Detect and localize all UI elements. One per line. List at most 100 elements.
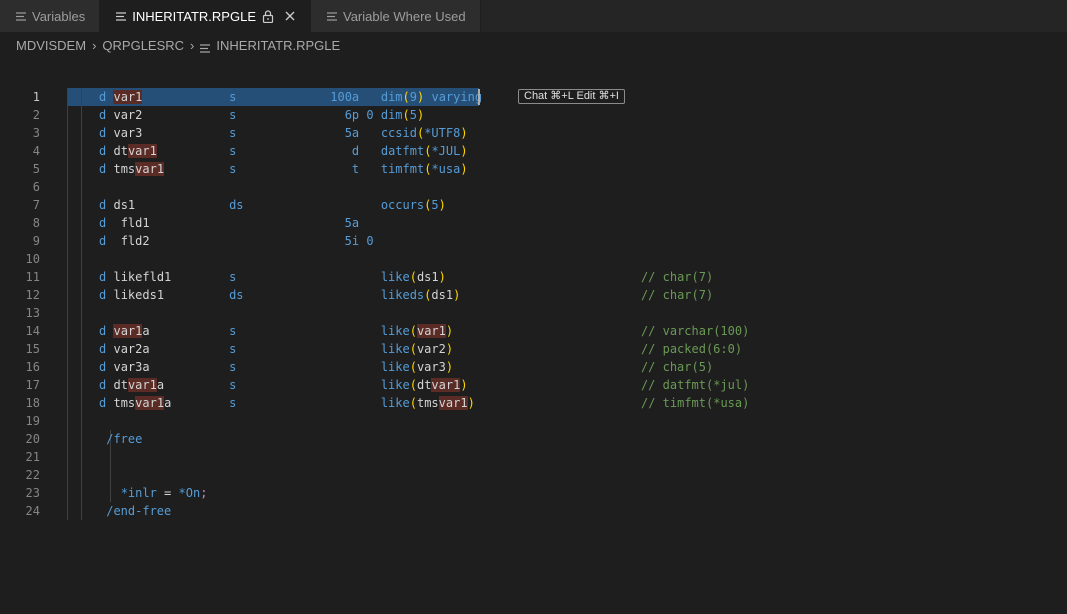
- code-text[interactable]: d likefld1 s like(ds1) // char(7): [70, 268, 713, 286]
- code-text[interactable]: d dtvar1a s like(dtvar1) // datfmt(*jul): [70, 376, 749, 394]
- text-cursor: [478, 89, 480, 105]
- code-line[interactable]: 23 *inlr = *On;: [0, 484, 1067, 502]
- indent-guide: [67, 484, 68, 502]
- code-text[interactable]: /end-free: [70, 502, 171, 520]
- code-line[interactable]: 22: [0, 466, 1067, 484]
- tab-variable-where-used[interactable]: Variable Where Used: [311, 0, 481, 32]
- indent-guide: [81, 250, 82, 268]
- code-text[interactable]: d var3a s like(var3) // char(5): [70, 358, 713, 376]
- indent-guide: [81, 466, 82, 484]
- lines-icon: [116, 11, 127, 21]
- line-number[interactable]: 24: [0, 502, 40, 520]
- code-line[interactable]: 5 d tmsvar1 s t timfmt(*usa): [0, 160, 1067, 178]
- code-editor[interactable]: 1 d var1 s 100a dim(9) varying Chat ⌘+L E…: [0, 88, 1067, 528]
- code-text[interactable]: d var3 s 5a ccsid(*UTF8): [70, 124, 468, 142]
- code-text[interactable]: d tmsvar1 s t timfmt(*usa): [70, 160, 468, 178]
- line-number[interactable]: 3: [0, 124, 40, 142]
- indent-guide: [67, 394, 68, 412]
- code-line[interactable]: 16 d var3a s like(var3) // char(5): [0, 358, 1067, 376]
- indent-guide: [67, 250, 68, 268]
- code-line[interactable]: 21: [0, 448, 1067, 466]
- indent-guide: [67, 430, 68, 448]
- lock-icon: [262, 9, 274, 23]
- code-line[interactable]: 15 d var2a s like(var2) // packed(6:0): [0, 340, 1067, 358]
- line-number[interactable]: 6: [0, 178, 40, 196]
- code-line[interactable]: 20 /free: [0, 430, 1067, 448]
- indent-guide: [67, 340, 68, 358]
- line-number[interactable]: 11: [0, 268, 40, 286]
- code-text[interactable]: d var1 s 100a dim(9) varying: [70, 88, 482, 106]
- code-text[interactable]: d ds1 ds occurs(5): [70, 196, 446, 214]
- line-number[interactable]: 17: [0, 376, 40, 394]
- close-icon[interactable]: [284, 10, 296, 22]
- indent-guide: [67, 376, 68, 394]
- code-line[interactable]: 18 d tmsvar1a s like(tmsvar1) // timfmt(…: [0, 394, 1067, 412]
- code-text[interactable]: d tmsvar1a s like(tmsvar1) // timfmt(*us…: [70, 394, 749, 412]
- line-number[interactable]: 9: [0, 232, 40, 250]
- line-number[interactable]: 19: [0, 412, 40, 430]
- code-text[interactable]: *inlr = *On;: [70, 484, 208, 502]
- line-number[interactable]: 13: [0, 304, 40, 322]
- indent-guide: [67, 412, 68, 430]
- line-number[interactable]: 4: [0, 142, 40, 160]
- line-number[interactable]: 7: [0, 196, 40, 214]
- line-number[interactable]: 18: [0, 394, 40, 412]
- code-line[interactable]: 14 d var1a s like(var1) // varchar(100): [0, 322, 1067, 340]
- breadcrumb-library[interactable]: MDVISDEM: [16, 38, 86, 53]
- line-number[interactable]: 22: [0, 466, 40, 484]
- indent-guide: [110, 448, 111, 466]
- code-line[interactable]: 12 d likeds1 ds likeds(ds1) // char(7): [0, 286, 1067, 304]
- line-number[interactable]: 14: [0, 322, 40, 340]
- code-text[interactable]: d var2 s 6p 0 dim(5): [70, 106, 424, 124]
- indent-guide: [67, 196, 68, 214]
- line-number[interactable]: 5: [0, 160, 40, 178]
- tab-label: Variables: [32, 8, 86, 24]
- line-number[interactable]: 8: [0, 214, 40, 232]
- line-number[interactable]: 2: [0, 106, 40, 124]
- line-number[interactable]: 21: [0, 448, 40, 466]
- code-line[interactable]: 11 d likefld1 s like(ds1) // char(7): [0, 268, 1067, 286]
- code-line[interactable]: 13: [0, 304, 1067, 322]
- code-line[interactable]: 7 d ds1 ds occurs(5): [0, 196, 1067, 214]
- code-text[interactable]: d var1a s like(var1) // varchar(100): [70, 322, 749, 340]
- code-text[interactable]: d likeds1 ds likeds(ds1) // char(7): [70, 286, 713, 304]
- tab-bar: Variables INHERITATR.RPGLE Variable Wher…: [0, 0, 1067, 32]
- tab-label: Variable Where Used: [343, 8, 466, 24]
- line-number[interactable]: 10: [0, 250, 40, 268]
- code-line[interactable]: 24 /end-free: [0, 502, 1067, 520]
- indent-guide: [81, 178, 82, 196]
- code-line[interactable]: 10: [0, 250, 1067, 268]
- line-number[interactable]: 1: [0, 88, 40, 106]
- code-line[interactable]: 4 d dtvar1 s d datfmt(*JUL): [0, 142, 1067, 160]
- line-number[interactable]: 23: [0, 484, 40, 502]
- code-line[interactable]: 17 d dtvar1a s like(dtvar1) // datfmt(*j…: [0, 376, 1067, 394]
- indent-guide: [81, 304, 82, 322]
- line-number[interactable]: 16: [0, 358, 40, 376]
- indent-guide: [67, 502, 68, 520]
- tab-label: INHERITATR.RPGLE: [132, 8, 256, 24]
- breadcrumb-file[interactable]: QRPGLESRC: [102, 38, 184, 53]
- code-line[interactable]: 1 d var1 s 100a dim(9) varying Chat ⌘+L E…: [0, 88, 1067, 106]
- chevron-right-icon: ›: [92, 37, 97, 53]
- code-text[interactable]: d var2a s like(var2) // packed(6:0): [70, 340, 742, 358]
- code-text[interactable]: d dtvar1 s d datfmt(*JUL): [70, 142, 468, 160]
- code-text[interactable]: d fld1 5a: [70, 214, 359, 232]
- chat-edit-hint[interactable]: Chat ⌘+L Edit ⌘+I: [518, 89, 625, 104]
- line-number[interactable]: 15: [0, 340, 40, 358]
- code-line[interactable]: 6: [0, 178, 1067, 196]
- code-text[interactable]: d fld2 5i 0: [70, 232, 374, 250]
- code-line[interactable]: 2 d var2 s 6p 0 dim(5): [0, 106, 1067, 124]
- line-number[interactable]: 12: [0, 286, 40, 304]
- indent-guide: [67, 448, 68, 466]
- code-text[interactable]: /free: [70, 430, 142, 448]
- line-number[interactable]: 20: [0, 430, 40, 448]
- code-line[interactable]: 3 d var3 s 5a ccsid(*UTF8): [0, 124, 1067, 142]
- breadcrumb-member[interactable]: INHERITATR.RPGLE: [216, 38, 340, 53]
- tab-variables[interactable]: Variables: [0, 0, 101, 32]
- code-line[interactable]: 8 d fld1 5a: [0, 214, 1067, 232]
- tab-inheritatr[interactable]: INHERITATR.RPGLE: [100, 0, 311, 32]
- indent-guide: [67, 214, 68, 232]
- code-line[interactable]: 9 d fld2 5i 0: [0, 232, 1067, 250]
- indent-guide: [67, 88, 68, 106]
- code-line[interactable]: 19: [0, 412, 1067, 430]
